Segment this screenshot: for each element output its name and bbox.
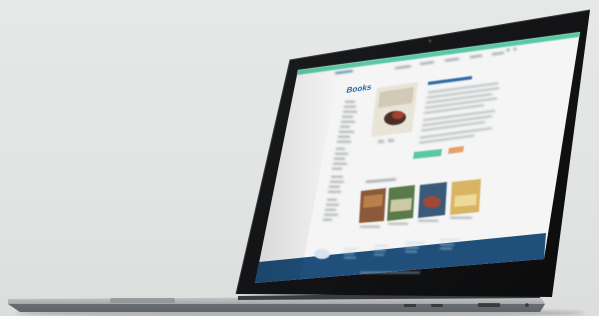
sidebar-item[interactable]	[326, 204, 339, 206]
sidebar-item[interactable]	[333, 163, 347, 165]
footer-logo	[314, 249, 330, 259]
sidebar-item[interactable]	[338, 136, 350, 138]
footer-copyright	[360, 272, 420, 274]
sidebar-item[interactable]	[325, 209, 336, 211]
sidebar-item[interactable]	[330, 181, 344, 183]
thumbnail[interactable]	[378, 140, 384, 143]
sidebar-item[interactable]	[342, 116, 353, 118]
sidebar-item[interactable]	[341, 121, 355, 123]
sidebar-item[interactable]	[340, 126, 350, 128]
hdmi-port-icon	[478, 303, 500, 307]
sidebar-item[interactable]	[329, 186, 340, 188]
trackpad-notch	[110, 298, 175, 303]
product-cover[interactable]	[371, 82, 418, 137]
sidebar-item[interactable]	[327, 199, 337, 201]
sidebar-item[interactable]	[324, 214, 338, 216]
webcam-icon	[428, 39, 432, 43]
laptop-base-front-edge	[8, 304, 545, 312]
footer-link[interactable]	[440, 244, 454, 246]
footer-link[interactable]	[344, 253, 354, 255]
website-screen: Books	[255, 32, 580, 283]
audio-jack-icon	[525, 303, 529, 307]
footer-heading	[374, 245, 388, 247]
sidebar-item[interactable]	[331, 176, 343, 178]
sidebar-item[interactable]	[343, 111, 357, 113]
sidebar-item[interactable]	[334, 158, 345, 160]
footer-link[interactable]	[405, 251, 417, 253]
laptop-scene: Books	[8, 9, 591, 316]
footer-link[interactable]	[374, 254, 384, 256]
sidebar-item[interactable]	[345, 101, 355, 103]
footer-link[interactable]	[405, 247, 419, 249]
footer-heading	[344, 248, 358, 250]
footer-heading	[440, 239, 460, 241]
sidebar-item[interactable]	[336, 148, 345, 150]
sidebar-item[interactable]	[339, 131, 354, 133]
sidebar-item[interactable]	[332, 168, 342, 170]
usb-c-port-icon	[431, 304, 443, 307]
sidebar-item[interactable]	[328, 191, 341, 193]
footer-link[interactable]	[440, 248, 452, 250]
sidebar-item[interactable]	[335, 153, 348, 155]
footer-link[interactable]	[344, 257, 356, 259]
sidebar-item[interactable]	[337, 141, 351, 143]
sidebar-item[interactable]	[323, 219, 332, 221]
thumbnail[interactable]	[388, 139, 394, 142]
footer-link[interactable]	[374, 250, 386, 252]
usb-c-port-icon	[404, 304, 416, 307]
sidebar-item[interactable]	[344, 106, 356, 108]
search-icon[interactable]	[506, 48, 510, 52]
footer-heading	[405, 242, 425, 244]
cart-icon[interactable]	[513, 47, 517, 51]
